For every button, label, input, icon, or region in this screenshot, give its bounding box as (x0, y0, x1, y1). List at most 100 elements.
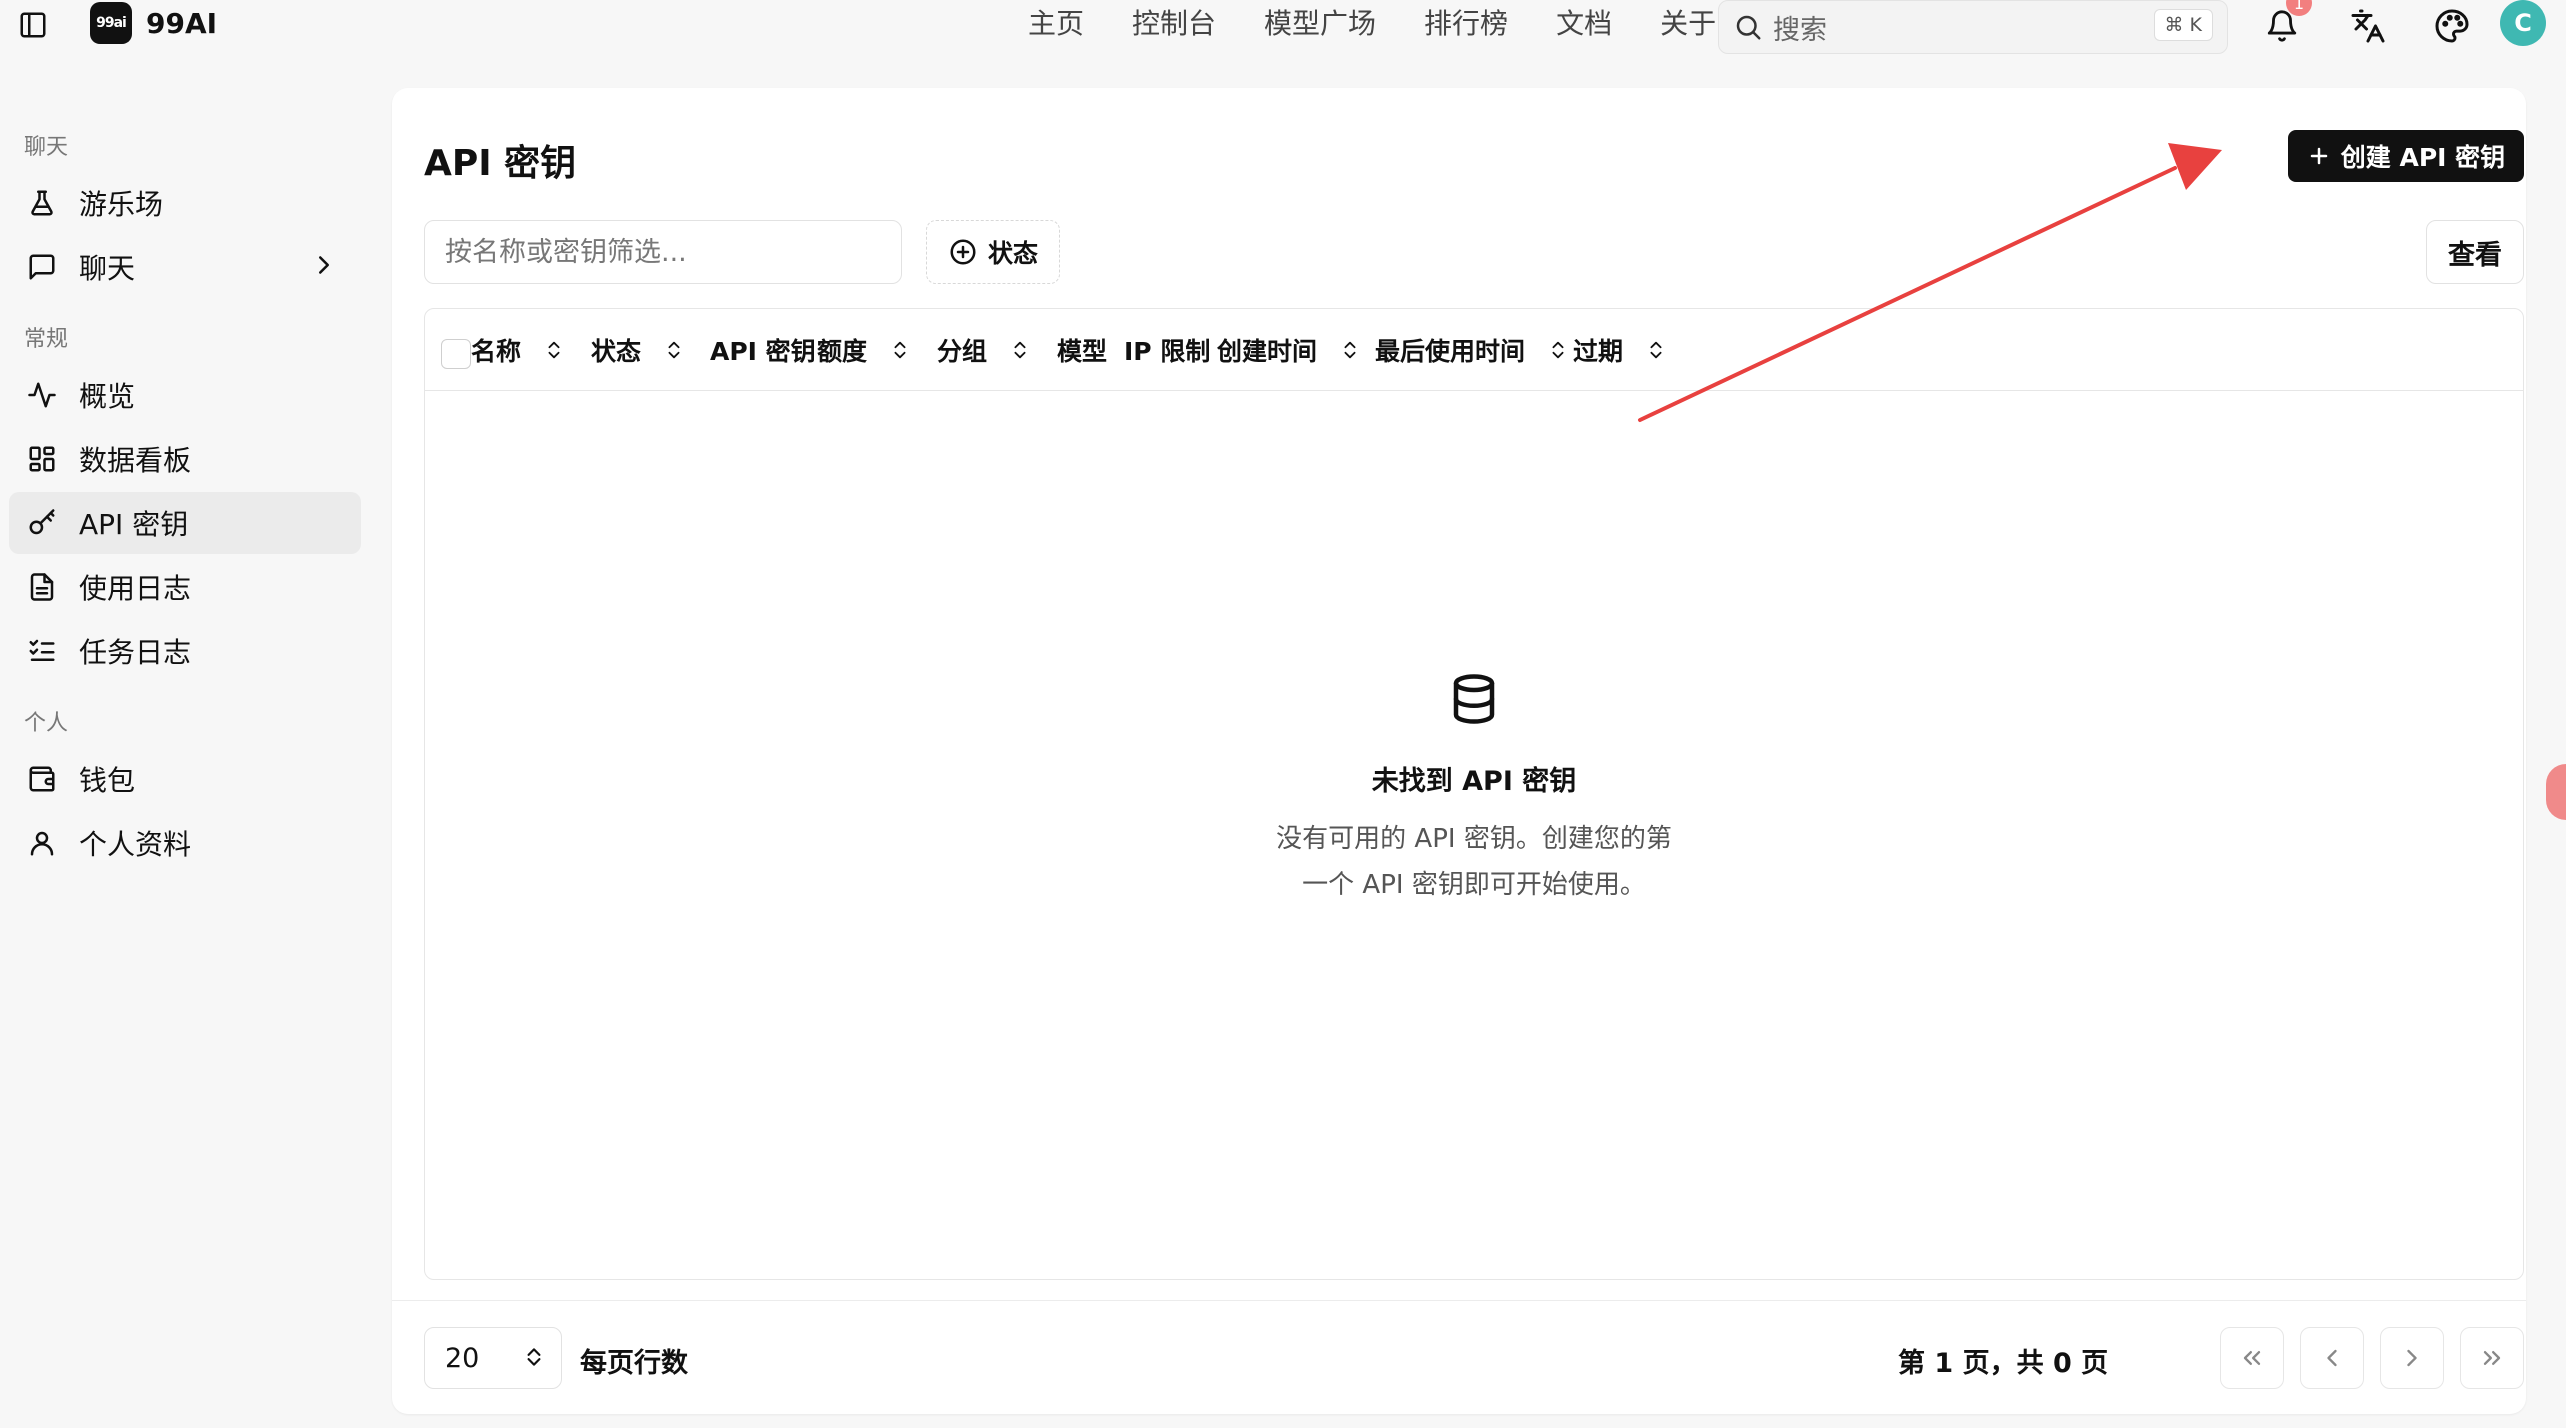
create-api-key-label: 创建 API 密钥 (2340, 143, 2506, 172)
flask-icon (31, 190, 53, 216)
palette-icon (2435, 9, 2469, 43)
sidebar-item-label: 聊天 (79, 252, 136, 285)
sidebar-item-dashboard[interactable]: 数据看板 (9, 428, 361, 490)
layout-dashboard-icon (29, 446, 55, 472)
sidebar-item-label: 任务日志 (79, 636, 192, 669)
sort-icon (1650, 341, 1662, 359)
plus-circle-icon (950, 239, 976, 265)
search-icon (1736, 15, 1761, 40)
top-bar: 99ai 99AI 主页 控制台 模型广场 排行榜 文档 关于 搜索 ⌘ K 1… (0, 0, 2566, 54)
main-nav: 主页 控制台 模型广场 排行榜 文档 关于 (1004, 4, 1740, 44)
column-header-last-used[interactable]: 最后使用时间 (1375, 309, 1569, 391)
language-button[interactable] (2346, 4, 2390, 48)
search-box[interactable]: 搜索 ⌘ K (1718, 0, 2228, 54)
sidebar-item-label: 数据看板 (79, 444, 192, 477)
view-button[interactable]: 查看 (2426, 220, 2524, 284)
key-icon (29, 509, 55, 535)
sidebar-group-personal: 个人 (24, 711, 69, 736)
floating-widget[interactable] (2546, 764, 2566, 820)
sidebar-item-label: 游乐场 (79, 188, 164, 221)
sidebar-item-overview[interactable]: 概览 (9, 364, 361, 426)
search-placeholder: 搜索 (1773, 14, 1827, 46)
table-header: 名称 状态 API 密钥 额度 分组 模型 IP 限制 创建时间 最后使用时间 … (425, 309, 2523, 391)
languages-icon (2351, 9, 2385, 43)
sidebar-item-label: API 密钥 (79, 508, 189, 541)
column-header-status[interactable]: 状态 (591, 309, 685, 391)
chevrons-left-icon (2243, 1351, 2261, 1365)
chevron-right-icon (319, 256, 329, 274)
nav-docs[interactable]: 文档 (1532, 4, 1636, 44)
chevrons-up-down-icon (527, 1348, 541, 1366)
sort-icon (1344, 341, 1356, 359)
list-checks-icon (29, 639, 55, 661)
sidebar-group-general: 常规 (24, 327, 69, 352)
page-size-value: 20 (445, 1342, 480, 1374)
page-size-label: 每页行数 (580, 1348, 688, 1379)
nav-console[interactable]: 控制台 (1108, 4, 1240, 44)
sidebar-item-label: 概览 (79, 380, 136, 413)
sidebar-item-usage-logs[interactable]: 使用日志 (9, 556, 361, 618)
column-header-group[interactable]: 分组 (937, 309, 1031, 391)
main-panel: API 密钥 创建 API 密钥 状态 查看 名称 状态 (392, 88, 2526, 1414)
sidebar-item-profile[interactable]: 个人资料 (9, 812, 361, 874)
status-filter-button[interactable]: 状态 (926, 220, 1060, 284)
sidebar-item-chat[interactable]: 聊天 (9, 236, 361, 298)
sidebar-toggle-icon (20, 12, 46, 38)
sidebar-item-api-keys[interactable]: API 密钥 (9, 492, 361, 554)
page-size-select[interactable]: 20 (424, 1327, 562, 1389)
chevron-right-icon (2407, 1349, 2417, 1367)
previous-page-button[interactable] (2300, 1327, 2364, 1389)
sort-icon (548, 341, 560, 359)
sidebar-item-wallet[interactable]: 钱包 (9, 748, 361, 810)
plus-icon (2310, 147, 2328, 165)
user-icon (30, 831, 54, 856)
brand[interactable]: 99ai 99AI (90, 2, 217, 44)
next-page-button[interactable] (2380, 1327, 2444, 1389)
search-shortcut: ⌘ K (2153, 9, 2213, 41)
nav-home[interactable]: 主页 (1004, 4, 1108, 44)
user-avatar[interactable]: C (2500, 0, 2546, 46)
nav-rankings[interactable]: 排行榜 (1400, 4, 1532, 44)
api-keys-table: 名称 状态 API 密钥 额度 分组 模型 IP 限制 创建时间 最后使用时间 … (424, 308, 2524, 1280)
pagination-bar: 20 每页行数 第 1 页，共 0 页 (392, 1300, 2526, 1414)
chevrons-right-icon (2483, 1351, 2501, 1365)
file-text-icon (30, 573, 54, 601)
app-logo: 99ai (90, 2, 132, 44)
first-page-button[interactable] (2220, 1327, 2284, 1389)
sidebar-toggle-button[interactable] (16, 8, 50, 42)
last-page-button[interactable] (2460, 1327, 2524, 1389)
sort-icon (1014, 341, 1026, 359)
sort-icon (668, 341, 680, 359)
column-header-ip-limit: IP 限制 (1124, 337, 1211, 366)
column-header-expires[interactable]: 过期 (1573, 309, 1667, 391)
column-header-name[interactable]: 名称 (471, 309, 565, 391)
column-header-created-time[interactable]: 创建时间 (1217, 309, 1361, 391)
activity-icon (28, 382, 56, 408)
sidebar: 聊天 游乐场 聊天 常规 概览 数据看板 API 密钥 使用日志 任务日志 个人… (0, 100, 380, 874)
select-all-checkbox[interactable] (441, 339, 471, 369)
empty-state: 未找到 API 密钥 没有可用的 API 密钥。创建您的第一个 API 密钥即可… (425, 669, 2523, 908)
create-api-key-button[interactable]: 创建 API 密钥 (2288, 130, 2524, 182)
sort-icon (894, 341, 906, 359)
nav-models[interactable]: 模型广场 (1240, 4, 1400, 44)
column-header-quota[interactable]: 额度 (817, 309, 911, 391)
wallet-icon (29, 766, 55, 792)
chevron-left-icon (2327, 1349, 2337, 1367)
message-square-icon (29, 254, 55, 280)
database-icon (1444, 669, 1504, 729)
column-header-model: 模型 (1057, 337, 1108, 366)
status-filter-label: 状态 (987, 239, 1038, 268)
empty-state-description: 没有可用的 API 密钥。创建您的第一个 API 密钥即可开始使用。 (1276, 824, 1672, 900)
sort-icon (1552, 341, 1564, 359)
app-root: 99ai 99AI 主页 控制台 模型广场 排行榜 文档 关于 搜索 ⌘ K 1… (0, 0, 2566, 1428)
sidebar-item-label: 钱包 (79, 764, 136, 797)
page-info: 第 1 页，共 0 页 (1898, 1348, 2109, 1379)
filter-input[interactable] (424, 220, 902, 284)
sidebar-item-label: 使用日志 (79, 572, 192, 605)
sidebar-item-playground[interactable]: 游乐场 (9, 172, 361, 234)
sidebar-item-task-logs[interactable]: 任务日志 (9, 620, 361, 682)
notifications-button[interactable]: 1 (2260, 0, 2312, 48)
page-title: API 密钥 (424, 143, 577, 184)
column-header-api-key: API 密钥 (710, 337, 816, 366)
theme-button[interactable] (2430, 4, 2474, 48)
